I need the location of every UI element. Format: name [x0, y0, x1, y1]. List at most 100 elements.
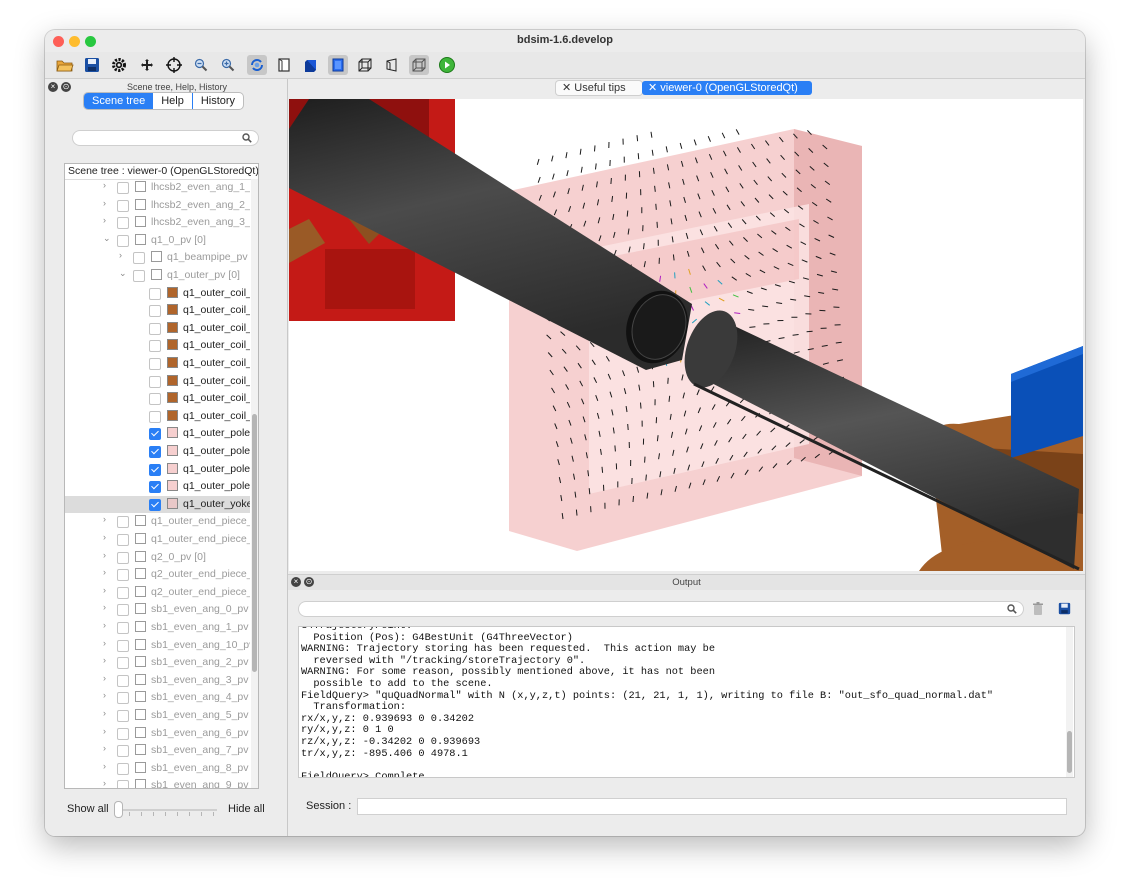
colour-swatch[interactable] — [135, 673, 146, 685]
tree-row[interactable]: › sb1_even_ang_2_pv — [65, 654, 250, 671]
colour-swatch[interactable] — [151, 269, 162, 280]
visibility-checkbox[interactable] — [117, 217, 129, 230]
tree-row[interactable]: › q2_0_pv [0] — [65, 549, 250, 566]
rotate-icon[interactable] — [247, 55, 267, 75]
visibility-checkbox[interactable] — [149, 375, 161, 388]
visibility-checkbox[interactable] — [117, 604, 129, 617]
visibility-checkbox[interactable] — [149, 287, 161, 300]
tree-row[interactable]: q1_outer_pole_pv — [65, 443, 250, 460]
chevron-right-icon[interactable]: › — [103, 673, 113, 683]
visibility-checkbox[interactable] — [117, 657, 129, 670]
dock-close-icon[interactable]: × — [48, 82, 58, 92]
surface-style-icon[interactable] — [274, 55, 294, 75]
chevron-right-icon[interactable]: › — [103, 198, 113, 208]
chevron-right-icon[interactable]: › — [103, 761, 113, 771]
colour-swatch[interactable] — [135, 638, 146, 650]
chevron-right-icon[interactable]: › — [103, 620, 113, 630]
chevron-right-icon[interactable]: › — [103, 638, 113, 648]
colour-swatch[interactable] — [135, 726, 146, 738]
tree-row[interactable]: › q1_outer_end_piece_pv — [65, 531, 250, 548]
tree-row[interactable]: q1_outer_coil_pv — [65, 373, 250, 390]
chevron-down-icon[interactable]: ⌄ — [103, 233, 113, 244]
visibility-checkbox[interactable] — [149, 322, 161, 335]
tree-row[interactable]: q1_outer_coil_pv — [65, 320, 250, 337]
chevron-right-icon[interactable]: › — [103, 514, 113, 524]
tree-row[interactable]: › lhcsb2_even_ang_1_pv — [65, 179, 250, 196]
visibility-checkbox[interactable] — [117, 745, 129, 758]
chevron-down-icon[interactable]: ⌄ — [119, 268, 129, 279]
hidden-line-removal-icon[interactable] — [328, 55, 348, 75]
wireframe-icon[interactable] — [355, 55, 375, 75]
close-icon[interactable]: ✕ — [648, 82, 657, 94]
visibility-checkbox[interactable] — [117, 692, 129, 705]
tree-row[interactable]: › sb1_even_ang_10_pv — [65, 637, 250, 654]
tree-row[interactable]: ⌄ q1_outer_pv [0] — [65, 267, 250, 284]
chevron-right-icon[interactable]: › — [103, 532, 113, 542]
visibility-checkbox[interactable] — [149, 410, 161, 423]
tree-row[interactable]: q1_outer_coil_pv — [65, 302, 250, 319]
chevron-right-icon[interactable]: › — [103, 585, 113, 595]
tree-row[interactable]: › sb1_even_ang_0_pv — [65, 601, 250, 618]
colour-swatch[interactable] — [167, 462, 178, 474]
visibility-checkbox[interactable] — [117, 534, 129, 546]
tree-row[interactable]: › q1_outer_end_piece_pv — [65, 513, 250, 530]
save-icon[interactable] — [82, 55, 102, 75]
colour-swatch[interactable] — [167, 445, 178, 456]
colour-swatch[interactable] — [167, 304, 178, 316]
scene-tree-scroll-thumb[interactable] — [252, 414, 257, 672]
show-all-label[interactable]: Show all — [67, 803, 109, 815]
colour-swatch[interactable] — [135, 216, 146, 228]
chevron-right-icon[interactable]: › — [103, 726, 113, 736]
colour-swatch[interactable] — [167, 374, 178, 386]
visibility-checkbox[interactable] — [117, 516, 129, 529]
tree-row[interactable]: › sb1_even_ang_5_pv — [65, 707, 250, 724]
visibility-checkbox[interactable] — [117, 710, 129, 722]
colour-swatch[interactable] — [135, 233, 146, 245]
colour-swatch[interactable] — [167, 286, 178, 298]
colour-swatch[interactable] — [135, 568, 146, 580]
tree-row[interactable]: › sb1_even_ang_8_pv — [65, 760, 250, 777]
hide-all-label[interactable]: Hide all — [228, 803, 265, 815]
zoom-out-icon[interactable] — [191, 55, 211, 75]
visibility-checkbox[interactable] — [149, 340, 161, 353]
tab-history[interactable]: History — [191, 93, 243, 109]
tree-row[interactable]: q1_outer_coil_pv — [65, 390, 250, 407]
close-icon[interactable]: ✕ — [562, 82, 571, 94]
solid-style-icon[interactable] — [301, 55, 321, 75]
tree-row[interactable]: q1_outer_pole_pv — [65, 478, 250, 495]
colour-swatch[interactable] — [135, 515, 146, 527]
visibility-checkbox[interactable] — [117, 622, 129, 634]
colour-swatch[interactable] — [135, 656, 146, 668]
chevron-right-icon[interactable]: › — [103, 655, 113, 665]
gear-icon[interactable] — [109, 55, 129, 75]
output-scrollbar[interactable] — [1066, 627, 1073, 777]
tree-row[interactable]: › sb1_even_ang_3_pv — [65, 672, 250, 689]
tree-row[interactable]: q1_outer_coil_pv — [65, 285, 250, 302]
tab-useful-tips[interactable]: ✕ Useful tips — [556, 81, 642, 95]
visibility-checkbox[interactable] — [149, 358, 161, 370]
tree-row[interactable]: › sb1_even_ang_4_pv — [65, 689, 250, 706]
tree-row[interactable]: q1_outer_yoke_pv — [65, 495, 250, 513]
colour-swatch[interactable] — [135, 550, 146, 562]
colour-swatch[interactable] — [135, 603, 146, 615]
colour-swatch[interactable] — [135, 761, 146, 773]
chevron-right-icon[interactable]: › — [103, 743, 113, 753]
visibility-checkbox[interactable] — [117, 234, 129, 247]
colour-swatch[interactable] — [167, 427, 178, 439]
crosshair-icon[interactable] — [164, 55, 184, 75]
colour-swatch[interactable] — [135, 744, 146, 756]
tree-row[interactable]: q1_outer_pole_pv — [65, 425, 250, 442]
tree-row[interactable]: › sb1_even_ang_6_pv — [65, 725, 250, 742]
visibility-checkbox[interactable] — [117, 199, 129, 212]
tree-row[interactable]: q1_outer_coil_pv — [65, 408, 250, 425]
visibility-checkbox[interactable] — [117, 639, 129, 652]
visibility-checkbox[interactable] — [117, 762, 129, 775]
colour-swatch[interactable] — [167, 392, 178, 404]
visibility-checkbox[interactable] — [117, 674, 129, 687]
tree-row[interactable]: › lhcsb2_even_ang_2_pv — [65, 197, 250, 214]
opengl-viewer[interactable] — [289, 99, 1083, 571]
dock-float-icon[interactable]: ⊙ — [61, 82, 71, 92]
output-search-input[interactable] — [299, 602, 1023, 616]
visibility-checkbox[interactable] — [149, 305, 161, 318]
tab-scene-tree[interactable]: Scene tree — [84, 93, 154, 109]
